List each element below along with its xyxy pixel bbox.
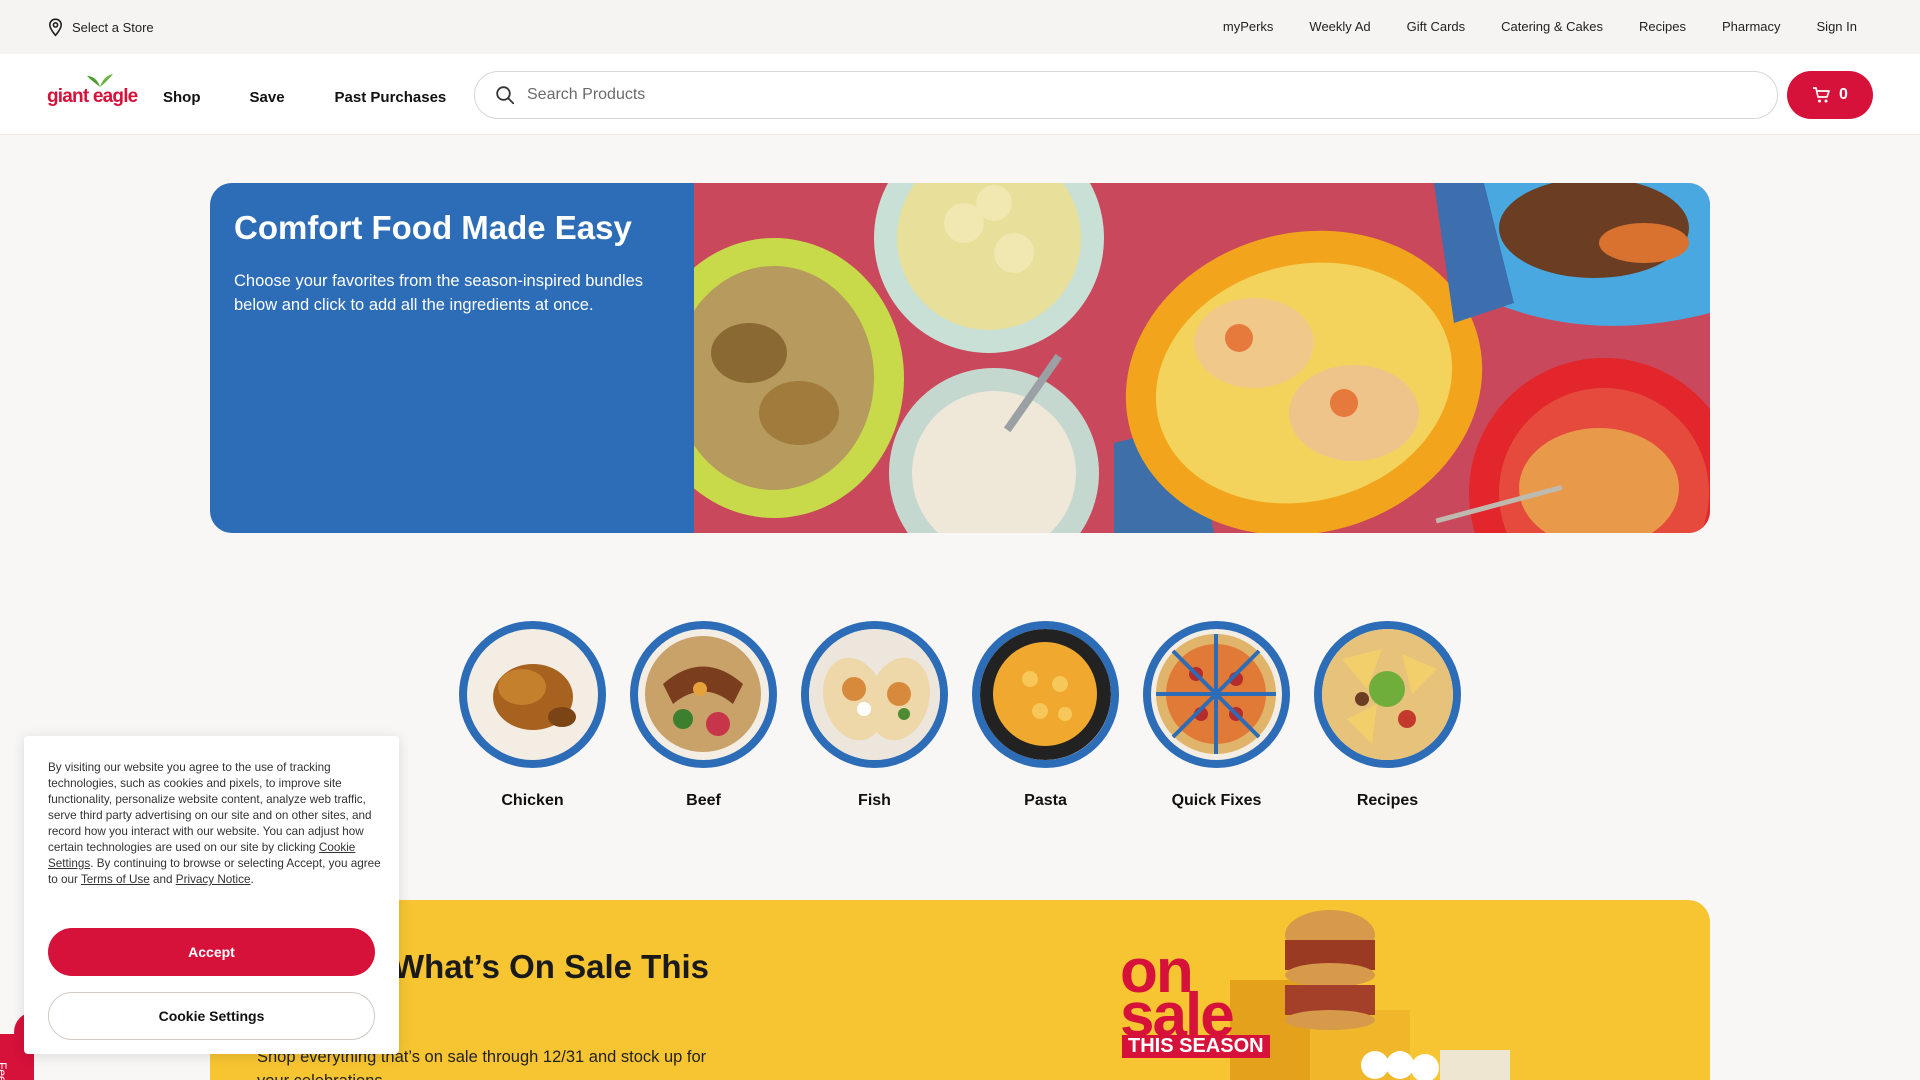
primary-nav: Shop Save Past Purchases	[163, 89, 446, 106]
on-sale-banner[interactable]: What’s On Sale This Shop everything that…	[210, 900, 1710, 1080]
link-myperks[interactable]: myPerks	[1223, 19, 1274, 34]
pizza-icon	[1151, 629, 1282, 760]
on-sale-badge: on sale	[1120, 941, 1235, 1050]
category-fish-circle	[801, 621, 948, 768]
category-recipes-circle	[1314, 621, 1461, 768]
mac-and-cheese-icon	[980, 629, 1111, 760]
search-icon	[496, 86, 515, 105]
category-quick-fixes[interactable]: Quick Fixes	[1143, 621, 1290, 810]
cart-icon	[1813, 87, 1830, 103]
category-recipes-label: Recipes	[1356, 792, 1419, 809]
nachos-icon	[1322, 629, 1453, 760]
select-store-label: Select a Store	[72, 20, 154, 35]
hero-title: Comfort Food Made Easy	[234, 209, 632, 246]
privacy-notice-link[interactable]: Privacy Notice	[176, 873, 251, 886]
utility-bar: Select a Store myPerks Weekly Ad Gift Ca…	[0, 0, 1920, 54]
link-gift-cards[interactable]: Gift Cards	[1407, 19, 1466, 34]
category-chicken-label: Chicken	[501, 792, 564, 809]
accept-button[interactable]: Accept	[48, 928, 375, 976]
hero-text-panel: Comfort Food Made Easy Choose your favor…	[210, 183, 694, 533]
hero-banner[interactable]: Comfort Food Made Easy Choose your favor…	[210, 183, 1710, 533]
cookie-settings-button[interactable]: Cookie Settings	[48, 992, 375, 1040]
nav-shop[interactable]: Shop	[163, 89, 201, 106]
category-pasta[interactable]: Pasta	[972, 621, 1119, 810]
cookie-text-part-4: .	[250, 873, 254, 886]
terms-of-use-link[interactable]: Terms of Use	[81, 873, 150, 886]
nav-past-purchases[interactable]: Past Purchases	[335, 89, 447, 106]
category-row: Chicken Beef Fish Pasta Quick Fixes Reci…	[459, 621, 1461, 810]
link-sign-in[interactable]: Sign In	[1817, 19, 1857, 34]
utility-links: myPerks Weekly Ad Gift Cards Catering & …	[1223, 19, 1857, 34]
hero-food-image	[644, 183, 1710, 533]
cookie-consent-text: By visiting our website you agree to the…	[48, 760, 381, 888]
category-beef[interactable]: Beef	[630, 621, 777, 810]
cart-button[interactable]: 0	[1787, 71, 1873, 119]
on-sale-badge-bottom: sale	[1120, 981, 1235, 1050]
link-weekly-ad[interactable]: Weekly Ad	[1309, 19, 1370, 34]
category-pasta-label: Pasta	[1024, 792, 1067, 809]
category-beef-circle	[630, 621, 777, 768]
category-beef-label: Beef	[686, 792, 721, 809]
search-bar[interactable]	[474, 71, 1778, 119]
category-fish[interactable]: Fish	[801, 621, 948, 810]
cookie-consent-banner: By visiting our website you agree to the…	[24, 736, 399, 1054]
hero-description: Choose your favorites from the season-in…	[234, 272, 644, 314]
this-season-badge: THIS SEASON	[1122, 1035, 1270, 1058]
category-pasta-circle	[972, 621, 1119, 768]
nav-save[interactable]: Save	[250, 89, 285, 106]
link-recipes[interactable]: Recipes	[1639, 19, 1686, 34]
category-chicken-circle	[459, 621, 606, 768]
sale-title: What’s On Sale This	[393, 948, 709, 985]
cookie-text-part-3: and	[149, 873, 176, 886]
sale-food-image	[1230, 910, 1510, 1080]
link-catering-cakes[interactable]: Catering & Cakes	[1501, 19, 1603, 34]
search-input[interactable]	[527, 86, 1727, 104]
feedback-label: Feedback	[0, 1062, 9, 1080]
beef-tacos-icon	[638, 629, 769, 760]
category-recipes[interactable]: Recipes	[1314, 621, 1461, 810]
comfort-food-plates-image	[644, 183, 1710, 533]
category-quick-fixes-label: Quick Fixes	[1171, 792, 1262, 809]
logo-wordmark: giant eagle	[47, 86, 138, 107]
select-store-link[interactable]: Select a Store	[47, 18, 154, 37]
fish-tacos-icon	[809, 629, 940, 760]
roast-chicken-icon	[467, 629, 598, 760]
category-chicken[interactable]: Chicken	[459, 621, 606, 810]
category-fish-label: Fish	[858, 792, 891, 809]
category-quick-fixes-circle	[1143, 621, 1290, 768]
giant-eagle-logo[interactable]: giant eagle	[47, 72, 139, 112]
location-pin-icon	[48, 18, 63, 37]
link-pharmacy[interactable]: Pharmacy	[1722, 19, 1781, 34]
main-header: giant eagle Shop Save Past Purchases 0	[0, 54, 1920, 135]
cart-count: 0	[1839, 86, 1848, 103]
